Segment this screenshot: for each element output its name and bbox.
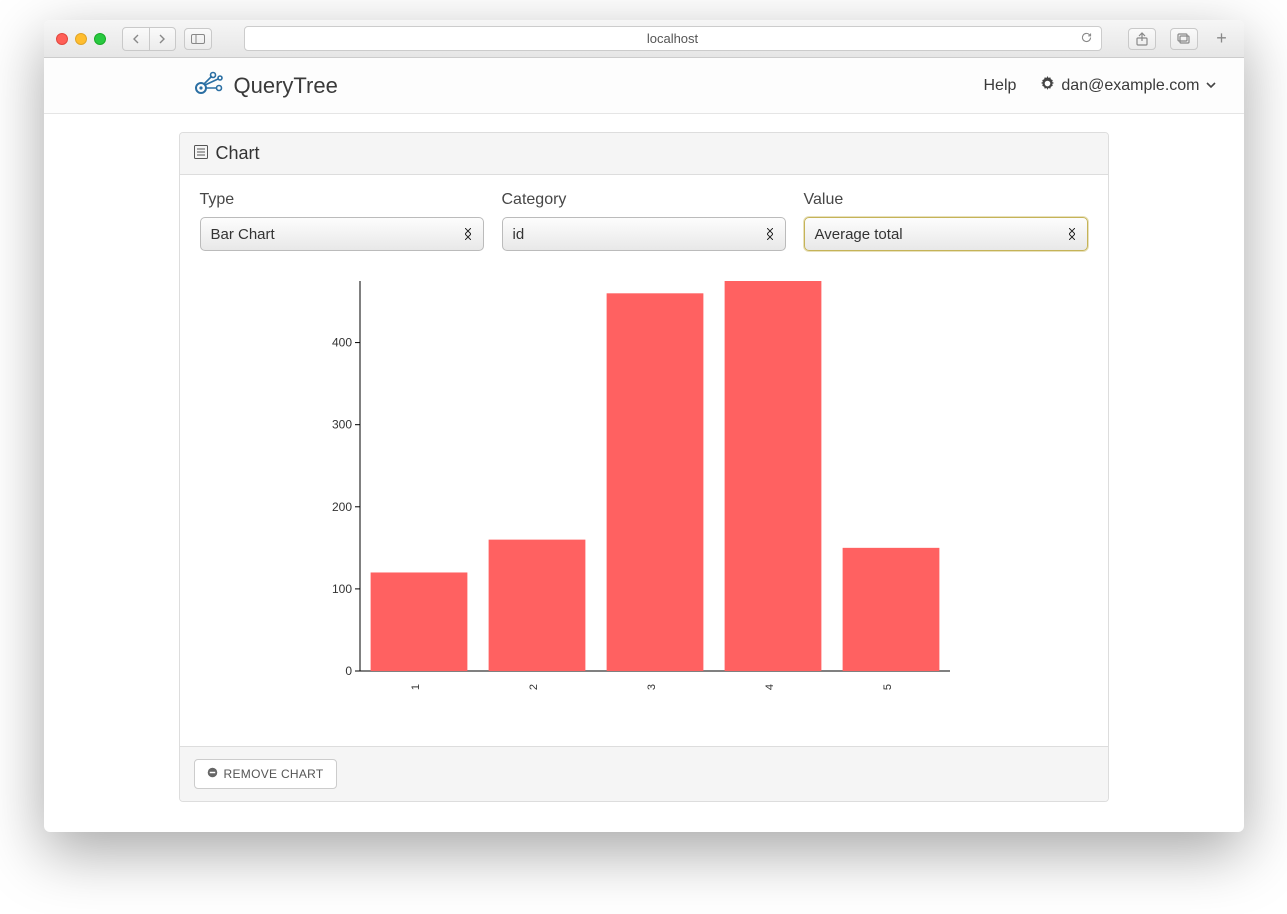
brand[interactable]: QueryTree [194,70,338,102]
url-text: localhost [647,31,698,46]
chart-area: 0 100 200 300 400 1 2 3 4 5 [200,261,1088,736]
new-tab-button[interactable]: + [1212,28,1232,49]
svg-text:1: 1 [410,684,422,690]
app-header: QueryTree Help dan@example.com [44,58,1244,114]
panel-footer: REMOVE CHART [180,746,1108,801]
svg-text:3: 3 [646,684,658,690]
chart-panel: Chart Type Bar Chart Category id [179,132,1109,802]
list-icon [194,143,208,164]
svg-text:400: 400 [331,336,351,350]
type-select[interactable]: Bar Chart [200,217,484,251]
maximize-window-button[interactable] [94,33,106,45]
close-window-button[interactable] [56,33,68,45]
svg-text:4: 4 [764,684,776,690]
category-control: Category id [502,191,786,251]
svg-text:200: 200 [331,500,351,514]
header-right: Help dan@example.com [984,76,1216,96]
svg-text:300: 300 [331,418,351,432]
logo-icon [194,70,224,102]
remove-chart-label: REMOVE CHART [224,767,324,781]
user-menu[interactable]: dan@example.com [1040,76,1215,96]
brand-name: QueryTree [234,73,338,99]
remove-chart-button[interactable]: REMOVE CHART [194,759,337,789]
value-label: Value [804,191,1088,209]
type-select-value: Bar Chart [211,226,275,243]
category-select-value: id [513,226,525,243]
user-email: dan@example.com [1061,77,1199,95]
svg-text:2: 2 [528,684,540,690]
window-controls [56,33,106,45]
browser-chrome: localhost + [44,20,1244,58]
back-button[interactable] [123,28,149,50]
chevron-down-icon [1206,77,1216,95]
svg-text:100: 100 [331,582,351,596]
url-bar[interactable]: localhost [244,26,1102,51]
value-select-value: Average total [815,226,903,243]
type-control: Type Bar Chart [200,191,484,251]
minus-circle-icon [207,767,218,781]
category-select[interactable]: id [502,217,786,251]
forward-button[interactable] [149,28,175,50]
category-label: Category [502,191,786,209]
browser-window: localhost + [44,20,1244,832]
value-select[interactable]: Average total [804,217,1088,251]
type-label: Type [200,191,484,209]
sidebar-toggle-button[interactable] [184,28,212,50]
controls-row: Type Bar Chart Category id Value [200,191,1088,251]
panel-header: Chart [180,133,1108,175]
help-link[interactable]: Help [984,77,1017,95]
tabs-button[interactable] [1170,28,1198,50]
nav-buttons [122,27,176,51]
panel-title: Chart [216,143,260,164]
panel-body: Type Bar Chart Category id Value [180,175,1108,746]
content: Chart Type Bar Chart Category id [44,114,1244,832]
svg-text:5: 5 [882,684,894,690]
share-button[interactable] [1128,28,1156,50]
value-control: Value Average total [804,191,1088,251]
bar-chart: 0 100 200 300 400 1 2 3 4 5 [320,271,960,711]
gear-icon [1040,76,1055,96]
svg-text:0: 0 [345,664,352,678]
minimize-window-button[interactable] [75,33,87,45]
reload-icon[interactable] [1080,31,1093,47]
